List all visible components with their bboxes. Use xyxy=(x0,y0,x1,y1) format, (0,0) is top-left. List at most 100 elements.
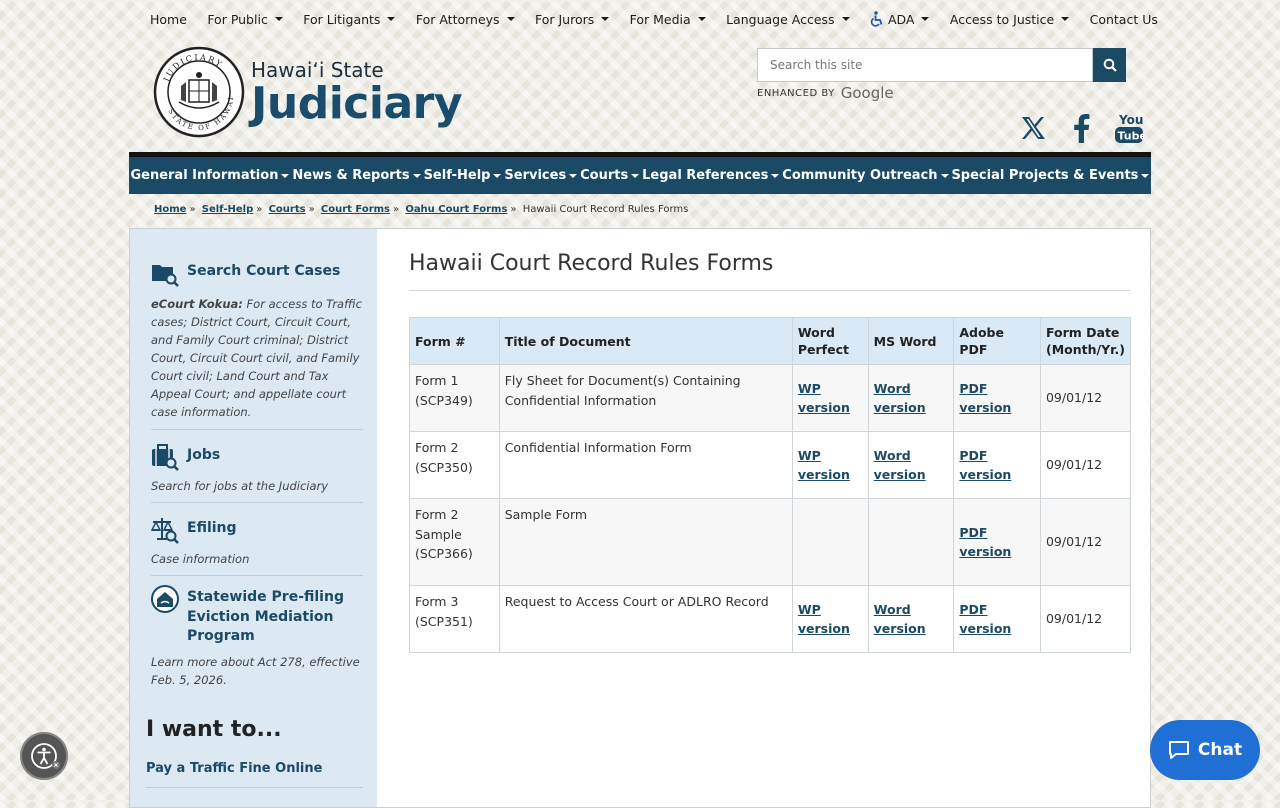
topnav-label: For Litigants xyxy=(303,11,381,27)
nav-label: General Information xyxy=(130,168,279,183)
nav-news-reports[interactable]: News & Reports xyxy=(292,168,421,183)
logo-line2: Judiciary xyxy=(251,78,463,129)
wp-cell: WP version xyxy=(791,364,869,432)
topnav-for-media[interactable]: For Media xyxy=(630,12,706,27)
topnav-contact-us[interactable]: Contact Us xyxy=(1090,12,1158,27)
youtube-icon[interactable]: You Tube xyxy=(1114,112,1144,144)
topnav-for-litigants[interactable]: For Litigants xyxy=(303,11,396,27)
nav-community-outreach[interactable]: Community Outreach xyxy=(782,168,949,183)
header-title: Title of Document xyxy=(498,317,793,365)
search-court-cases-title: Search Court Cases xyxy=(187,263,341,279)
facebook-icon[interactable] xyxy=(1066,112,1096,144)
breadcrumb-courts[interactable]: Courts xyxy=(269,204,306,215)
svg-text:You: You xyxy=(1118,113,1143,127)
date-cell: 09/01/12 xyxy=(1039,498,1132,586)
word-version-link[interactable]: Word version xyxy=(874,602,926,637)
efiling-title: Efiling xyxy=(187,520,237,536)
page-title: Hawaii Court Record Rules Forms xyxy=(409,251,774,276)
topnav-home[interactable]: Home xyxy=(150,12,187,27)
pdf-version-link[interactable]: PDF version xyxy=(959,602,1011,637)
efiling-link[interactable]: Efiling xyxy=(151,516,363,544)
breadcrumb-self-help[interactable]: Self-Help xyxy=(202,204,253,215)
breadcrumb: Home» Self-Help» Courts» Court Forms» Oa… xyxy=(154,204,688,215)
breadcrumb-current: Hawaii Court Record Rules Forms xyxy=(522,204,689,215)
enhanced-by-google: ENHANCED BY Google xyxy=(757,84,894,102)
nav-general-information[interactable]: General Information xyxy=(130,168,290,183)
table-header-row: Form # Title of Document Word Perfect MS… xyxy=(409,317,1132,365)
wheelchair-icon xyxy=(870,11,883,27)
pdf-version-link[interactable]: PDF version xyxy=(959,448,1011,483)
topnav-label: For Public xyxy=(207,11,268,27)
accessibility-button[interactable] xyxy=(20,732,68,780)
word-version-link[interactable]: Word version xyxy=(874,448,926,483)
header-adobe-pdf: Adobe PDF xyxy=(953,317,1041,365)
judiciary-seal-icon: JUDICIARY STATE OF HAWAII xyxy=(153,46,245,138)
google-logo: Google xyxy=(840,84,894,102)
topnav-language-access[interactable]: Language Access xyxy=(726,12,850,27)
sidebar-efiling: Efiling Case information xyxy=(151,516,363,568)
title-cell: Sample Form xyxy=(498,498,793,586)
nav-legal-references[interactable]: Legal References xyxy=(642,168,780,183)
search-court-cases-text: For access to Traffic cases; District Co… xyxy=(151,297,362,419)
nav-special-projects[interactable]: Special Projects & Events xyxy=(951,168,1150,183)
forms-table: Form # Title of Document Word Perfect MS… xyxy=(409,317,1132,653)
social-links: You Tube xyxy=(1018,112,1144,144)
caret-down-icon xyxy=(274,17,283,21)
breadcrumb-court-forms[interactable]: Court Forms xyxy=(321,204,390,215)
nav-courts[interactable]: Courts xyxy=(580,168,640,183)
word-version-link[interactable]: Word version xyxy=(874,381,926,416)
search-court-cases-link[interactable]: Search Court Cases xyxy=(151,259,363,287)
caret-down-icon xyxy=(493,173,502,178)
sidebar: Search Court Cases eCourt Kokua: For acc… xyxy=(130,229,377,807)
word-cell: Word version xyxy=(867,431,955,499)
topnav-label: ADA xyxy=(887,11,915,27)
accessibility-icon xyxy=(31,743,60,769)
wp-version-link[interactable]: WP version xyxy=(798,448,850,483)
search-input[interactable]: Search this site xyxy=(757,48,1093,82)
nav-self-help[interactable]: Self-Help xyxy=(424,168,502,183)
topnav-for-attorneys[interactable]: For Attorneys xyxy=(416,12,515,27)
nav-services[interactable]: Services xyxy=(504,168,578,183)
jobs-link[interactable]: Jobs xyxy=(151,443,363,471)
eviction-mediation-link[interactable]: Statewide Pre-filing Eviction Mediation … xyxy=(151,585,363,647)
ecourt-kokua-label: eCourt Kokua: xyxy=(151,297,243,311)
wp-version-link[interactable]: WP version xyxy=(798,381,850,416)
topnav-for-public[interactable]: For Public xyxy=(207,12,283,27)
table-row: Form 2 Sample (SCP366) Sample Form PDF v… xyxy=(409,498,1132,586)
topnav-access-to-justice[interactable]: Access to Justice xyxy=(949,11,1070,27)
chat-button[interactable]: Chat xyxy=(1150,720,1260,780)
search-button[interactable] xyxy=(1093,48,1126,82)
caret-down-icon xyxy=(697,17,706,21)
topnav-for-jurors[interactable]: For Jurors xyxy=(535,12,610,27)
header-form-number: Form # xyxy=(409,317,500,365)
sidebar-divider xyxy=(151,429,363,430)
topnav-label: For Media xyxy=(629,11,691,27)
wp-version-link[interactable]: WP version xyxy=(798,602,850,637)
enhanced-label: ENHANCED BY xyxy=(757,87,835,99)
header-form-date: Form Date (Month/Yr.) xyxy=(1039,317,1132,365)
sidebar-jobs: Jobs Search for jobs at the Judiciary xyxy=(151,443,363,495)
breadcrumb-separator: » xyxy=(189,204,196,215)
nav-label: Special Projects & Events xyxy=(951,168,1139,183)
breadcrumb-oahu-court-forms[interactable]: Oahu Court Forms xyxy=(405,204,507,215)
pdf-version-link[interactable]: PDF version xyxy=(959,525,1011,560)
caret-down-icon xyxy=(1061,17,1070,21)
form-number-cell: Form 1 (SCP349) xyxy=(409,364,500,432)
sidebar-eviction-mediation: Statewide Pre-filing Eviction Mediation … xyxy=(151,585,363,689)
pdf-version-link[interactable]: PDF version xyxy=(959,381,1011,416)
search-placeholder: Search this site xyxy=(770,58,863,72)
logo-wordmark: Hawaiʻi State Judiciary xyxy=(251,58,463,129)
top-utility-nav: Home For Public For Litigants For Attorn… xyxy=(150,0,1158,38)
topnav-label: Access to Justice xyxy=(949,11,1055,27)
caret-down-icon xyxy=(771,173,780,178)
site-logo[interactable]: JUDICIARY STATE OF HAWAII Hawaiʻi State … xyxy=(153,46,463,138)
breadcrumb-separator: » xyxy=(308,204,315,215)
caret-down-icon xyxy=(1141,173,1150,178)
breadcrumb-home[interactable]: Home xyxy=(154,204,186,215)
x-icon[interactable] xyxy=(1018,112,1048,144)
topnav-ada[interactable]: ADA xyxy=(870,11,930,27)
pay-traffic-fine-link[interactable]: Pay a Traffic Fine Online xyxy=(146,761,322,776)
chat-label: Chat xyxy=(1197,740,1243,760)
table-row: Form 3 (SCP351) Request to Access Court … xyxy=(409,585,1132,653)
caret-down-icon xyxy=(569,173,578,178)
